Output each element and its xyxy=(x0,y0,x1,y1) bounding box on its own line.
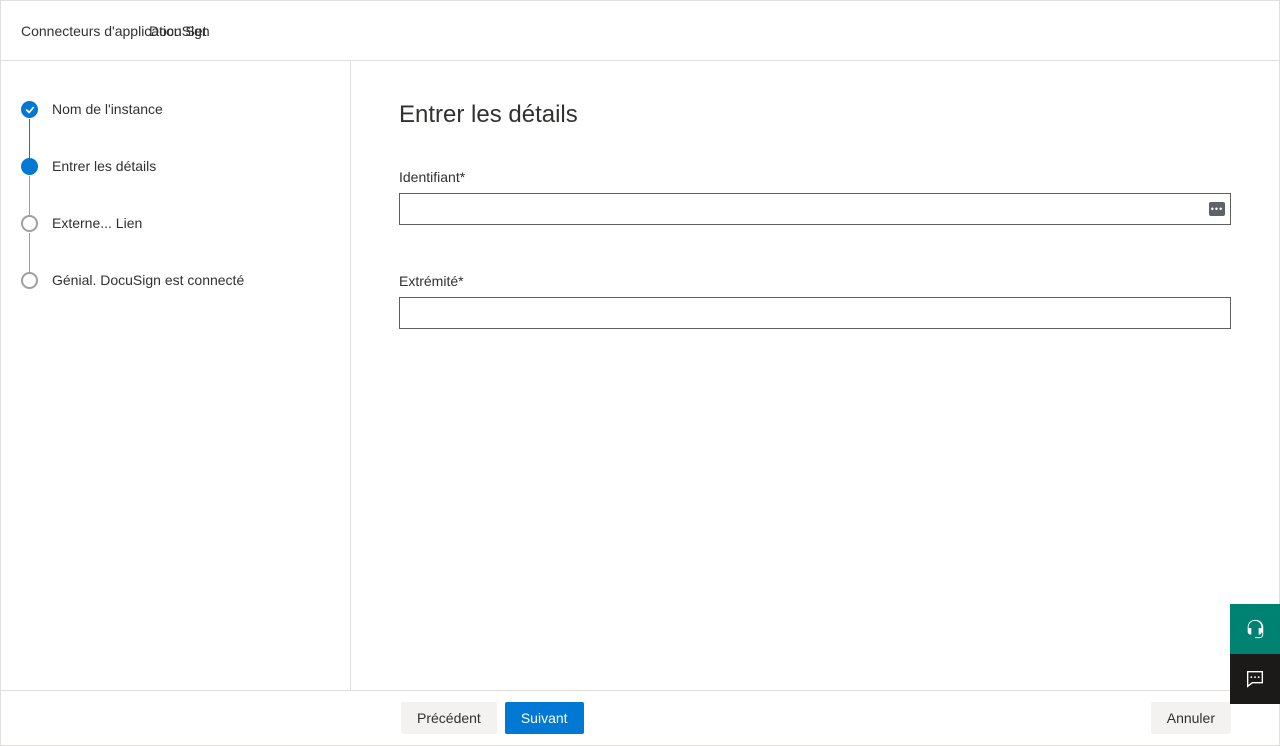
step-upcoming-icon xyxy=(21,272,38,289)
step-label: Génial. DocuSign est connecté xyxy=(52,272,244,289)
previous-button[interactable]: Précédent xyxy=(401,702,497,734)
next-button[interactable]: Suivant xyxy=(505,702,584,734)
header: Connecteurs d'application Set DocuSign xyxy=(1,1,1279,61)
endpoint-label: Extrémité* xyxy=(399,273,1231,289)
form-group-endpoint: Extrémité* xyxy=(399,273,1231,329)
feedback-button[interactable] xyxy=(1230,654,1280,704)
header-subtitle: DocuSign xyxy=(149,23,210,39)
credential-picker-icon[interactable]: ••• xyxy=(1209,202,1225,216)
chat-icon xyxy=(1244,668,1266,690)
cancel-button[interactable]: Annuler xyxy=(1151,702,1231,734)
headset-icon xyxy=(1244,618,1266,640)
footer: Précédent Suivant Annuler xyxy=(1,690,1279,745)
step-connector xyxy=(29,233,30,272)
sidebar: Nom de l'instance Entrer les détails Ext… xyxy=(1,61,351,690)
step-connector xyxy=(29,176,30,215)
step-list: Nom de l'instance Entrer les détails Ext… xyxy=(21,101,330,289)
identifier-input[interactable] xyxy=(399,193,1231,225)
main-content: Entrer les détails Identifiant* ••• Extr… xyxy=(351,61,1279,690)
step-label: Externe... Lien xyxy=(52,215,142,232)
endpoint-input[interactable] xyxy=(399,297,1231,329)
identifier-label: Identifiant* xyxy=(399,169,1231,185)
step-completed-icon xyxy=(21,101,38,118)
step-label: Entrer les détails xyxy=(52,158,156,175)
floating-widgets xyxy=(1230,604,1280,704)
step-instance-name[interactable]: Nom de l'instance xyxy=(21,101,330,158)
step-current-icon xyxy=(21,158,38,175)
step-connector xyxy=(29,119,30,158)
page-title: Entrer les détails xyxy=(399,101,1231,129)
step-connected[interactable]: Génial. DocuSign est connecté xyxy=(21,272,330,289)
step-external-link[interactable]: Externe... Lien xyxy=(21,215,330,272)
form-group-identifier: Identifiant* ••• xyxy=(399,169,1231,225)
support-button[interactable] xyxy=(1230,604,1280,654)
step-label: Nom de l'instance xyxy=(52,101,163,118)
step-enter-details[interactable]: Entrer les détails xyxy=(21,158,330,215)
step-upcoming-icon xyxy=(21,215,38,232)
